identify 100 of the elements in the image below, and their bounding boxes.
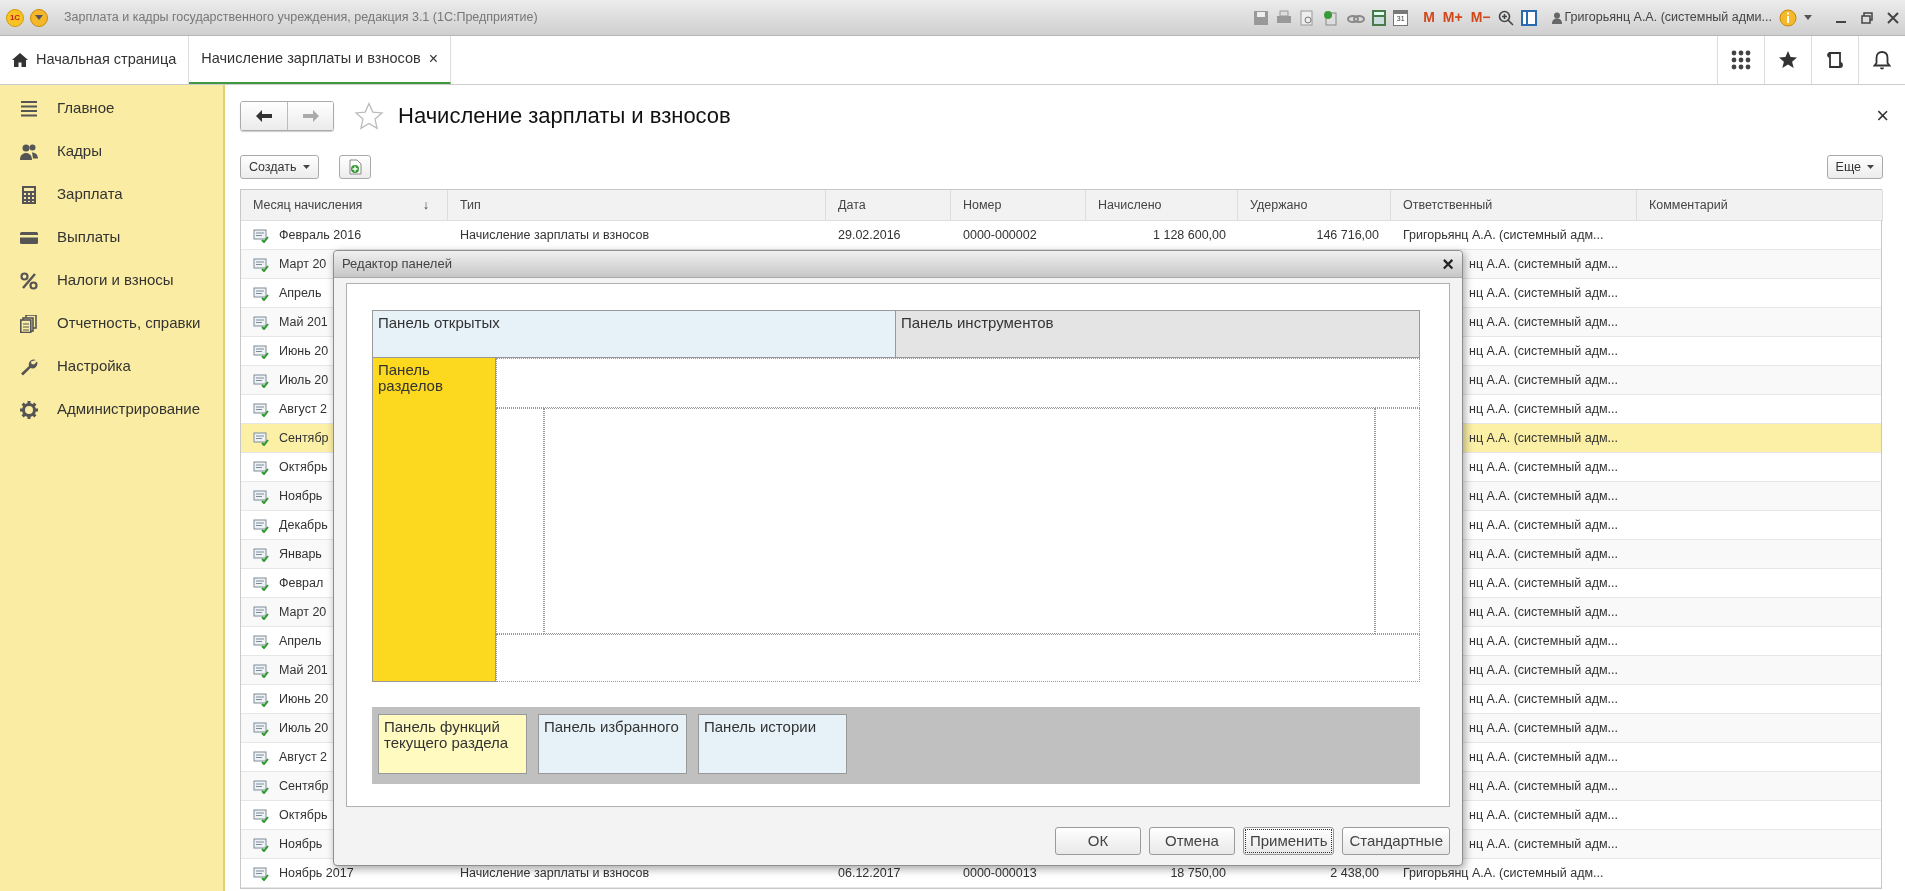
- arrow-left-icon: [255, 109, 273, 123]
- column-header[interactable]: Начислено: [1086, 190, 1238, 221]
- history-icon[interactable]: [1825, 50, 1845, 70]
- page-title: Начисление зарплаты и взносов: [398, 102, 731, 130]
- column-header[interactable]: Ответственный: [1391, 190, 1637, 221]
- document-icon: [253, 807, 269, 823]
- caret-icon: [35, 15, 43, 20]
- document-icon: [253, 865, 269, 881]
- table-cell-text: нц А.А. (системный адм...: [1469, 690, 1618, 708]
- column-header[interactable]: Месяц начисления: [253, 195, 363, 215]
- panel-icon[interactable]: [1520, 9, 1537, 26]
- dialog-title: Редактор панелей: [342, 255, 452, 274]
- star-outline-icon[interactable]: [354, 102, 384, 130]
- table-cell-text: нц А.А. (системный адм...: [1469, 255, 1618, 273]
- table-cell-text: Февраль 2016: [279, 226, 362, 244]
- window-title: Зарплата и кадры государственного учреждения, редакция 3.1 (1С:Предприятие): [64, 9, 538, 27]
- document-icon: [253, 372, 269, 388]
- preview-icon[interactable]: [1299, 9, 1316, 26]
- table-cell-text: нц А.А. (системный адм...: [1469, 806, 1618, 824]
- table-cell-text: нц А.А. (системный адм...: [1469, 516, 1618, 534]
- panel-block[interactable]: Панель инструментов: [896, 310, 1420, 358]
- tab[interactable]: Начисление зарплаты и взносов ×: [189, 36, 451, 84]
- panel-block[interactable]: Панель избранного: [538, 714, 687, 774]
- dialog-button[interactable]: Отмена: [1148, 827, 1235, 855]
- sidebar-item[interactable]: Зарплата: [0, 173, 223, 216]
- table-cell-text: нц А.А. (системный адм...: [1469, 487, 1618, 505]
- table-cell-text: нц А.А. (системный адм...: [1469, 719, 1618, 737]
- percent-icon: [20, 271, 38, 290]
- menu-button[interactable]: [30, 8, 48, 27]
- table-cell-text: нц А.А. (системный адм...: [1469, 777, 1618, 795]
- sidebar-item[interactable]: Администрирование: [0, 388, 223, 431]
- panel-block[interactable]: Панель открытых: [372, 310, 896, 358]
- document-icon: [253, 575, 269, 591]
- table-cell-text: Ноябрь 2017: [279, 864, 354, 882]
- table-cell-text: 146 716,00: [1315, 226, 1380, 244]
- sidebar-item[interactable]: Отчетность, справки: [0, 302, 223, 345]
- sidebar-item[interactable]: Кадры: [0, 130, 223, 173]
- document-icon: [253, 314, 269, 330]
- document-icon: [253, 256, 269, 272]
- wrench-icon: [20, 357, 38, 376]
- sidebar-item[interactable]: Налоги и взносы: [0, 259, 223, 302]
- back-button[interactable]: [241, 102, 287, 130]
- table-cell-text: нц А.А. (системный адм...: [1469, 574, 1618, 592]
- zoom-icon[interactable]: [1497, 9, 1514, 26]
- dialog-button[interactable]: Применить: [1242, 827, 1335, 855]
- table-cell-text: Август 2: [279, 400, 328, 418]
- close-button[interactable]: ×: [1870, 104, 1895, 128]
- caret-icon[interactable]: [1804, 15, 1812, 20]
- panel-block[interactable]: Панель истории: [698, 714, 847, 774]
- close-tab-button[interactable]: ×: [428, 47, 438, 71]
- table-cell-text: Июнь 20: [279, 342, 329, 360]
- table-cell-text: нц А.А. (системный адм...: [1469, 313, 1618, 331]
- column-header[interactable]: Комментарий: [1637, 190, 1883, 221]
- table-cell-text: Март 20: [279, 255, 327, 273]
- document-icon: [253, 749, 269, 765]
- user-name[interactable]: Григорьянц А.А. (системный адми...: [1564, 8, 1772, 27]
- info-icon[interactable]: [1779, 8, 1797, 27]
- table-cell-text: Май 201: [279, 313, 328, 331]
- table-cell-text: нц А.А. (системный адм...: [1469, 603, 1618, 621]
- star-icon[interactable]: [1778, 50, 1798, 70]
- document-icon: [253, 604, 269, 620]
- table-cell-text: Октябрь: [279, 806, 328, 824]
- apps-icon[interactable]: [1731, 50, 1751, 70]
- table-cell-text: Начисление зарплаты и взносов: [459, 226, 651, 244]
- bell-icon[interactable]: [1872, 50, 1892, 70]
- close-icon[interactable]: [1887, 11, 1899, 24]
- sidebar-item[interactable]: Главное: [0, 87, 223, 130]
- document-icon: [253, 517, 269, 533]
- document-icon: [253, 691, 269, 707]
- column-header[interactable]: Дата: [826, 190, 951, 221]
- documents-icon: [20, 314, 38, 333]
- table-cell-text: нц А.А. (системный адм...: [1469, 458, 1618, 476]
- column-header[interactable]: Удержано: [1238, 190, 1391, 221]
- table-cell-text: 2 438,00: [1329, 864, 1380, 882]
- sidebar-item[interactable]: Выплаты: [0, 216, 223, 259]
- create-button[interactable]: Создать: [240, 155, 319, 179]
- sidebar-item[interactable]: Настройка: [0, 345, 223, 388]
- user-icon: [1551, 11, 1562, 24]
- more-button[interactable]: Еще: [1826, 155, 1883, 179]
- sort-arrow[interactable]: ↓: [422, 195, 429, 215]
- arrow-right-icon: [301, 109, 320, 123]
- add-button[interactable]: [338, 155, 371, 179]
- menu-icon: [20, 99, 38, 118]
- column-header[interactable]: Тип: [448, 190, 826, 221]
- panel-block[interactable]: Панель функций текущего раздела: [378, 714, 527, 774]
- dialog-button[interactable]: Стандартные: [1342, 827, 1450, 855]
- document-icon: [253, 401, 269, 417]
- column-header[interactable]: Номер: [951, 190, 1086, 221]
- home-icon: [12, 53, 28, 67]
- table-cell-text: 1 128 600,00: [1152, 226, 1227, 244]
- document-icon: [253, 836, 269, 852]
- document-icon: [253, 546, 269, 562]
- restore-icon[interactable]: [1861, 11, 1873, 24]
- dialog-button[interactable]: ОК: [1054, 827, 1141, 855]
- table-cell-text: Ноябрь: [279, 835, 323, 853]
- logo: 1С: [6, 8, 24, 27]
- table-cell-text: нц А.А. (системный адм...: [1469, 748, 1618, 766]
- caret-icon: [302, 165, 310, 169]
- close-button[interactable]: ×: [1442, 254, 1454, 274]
- panel-block[interactable]: Панель разделов: [372, 358, 496, 682]
